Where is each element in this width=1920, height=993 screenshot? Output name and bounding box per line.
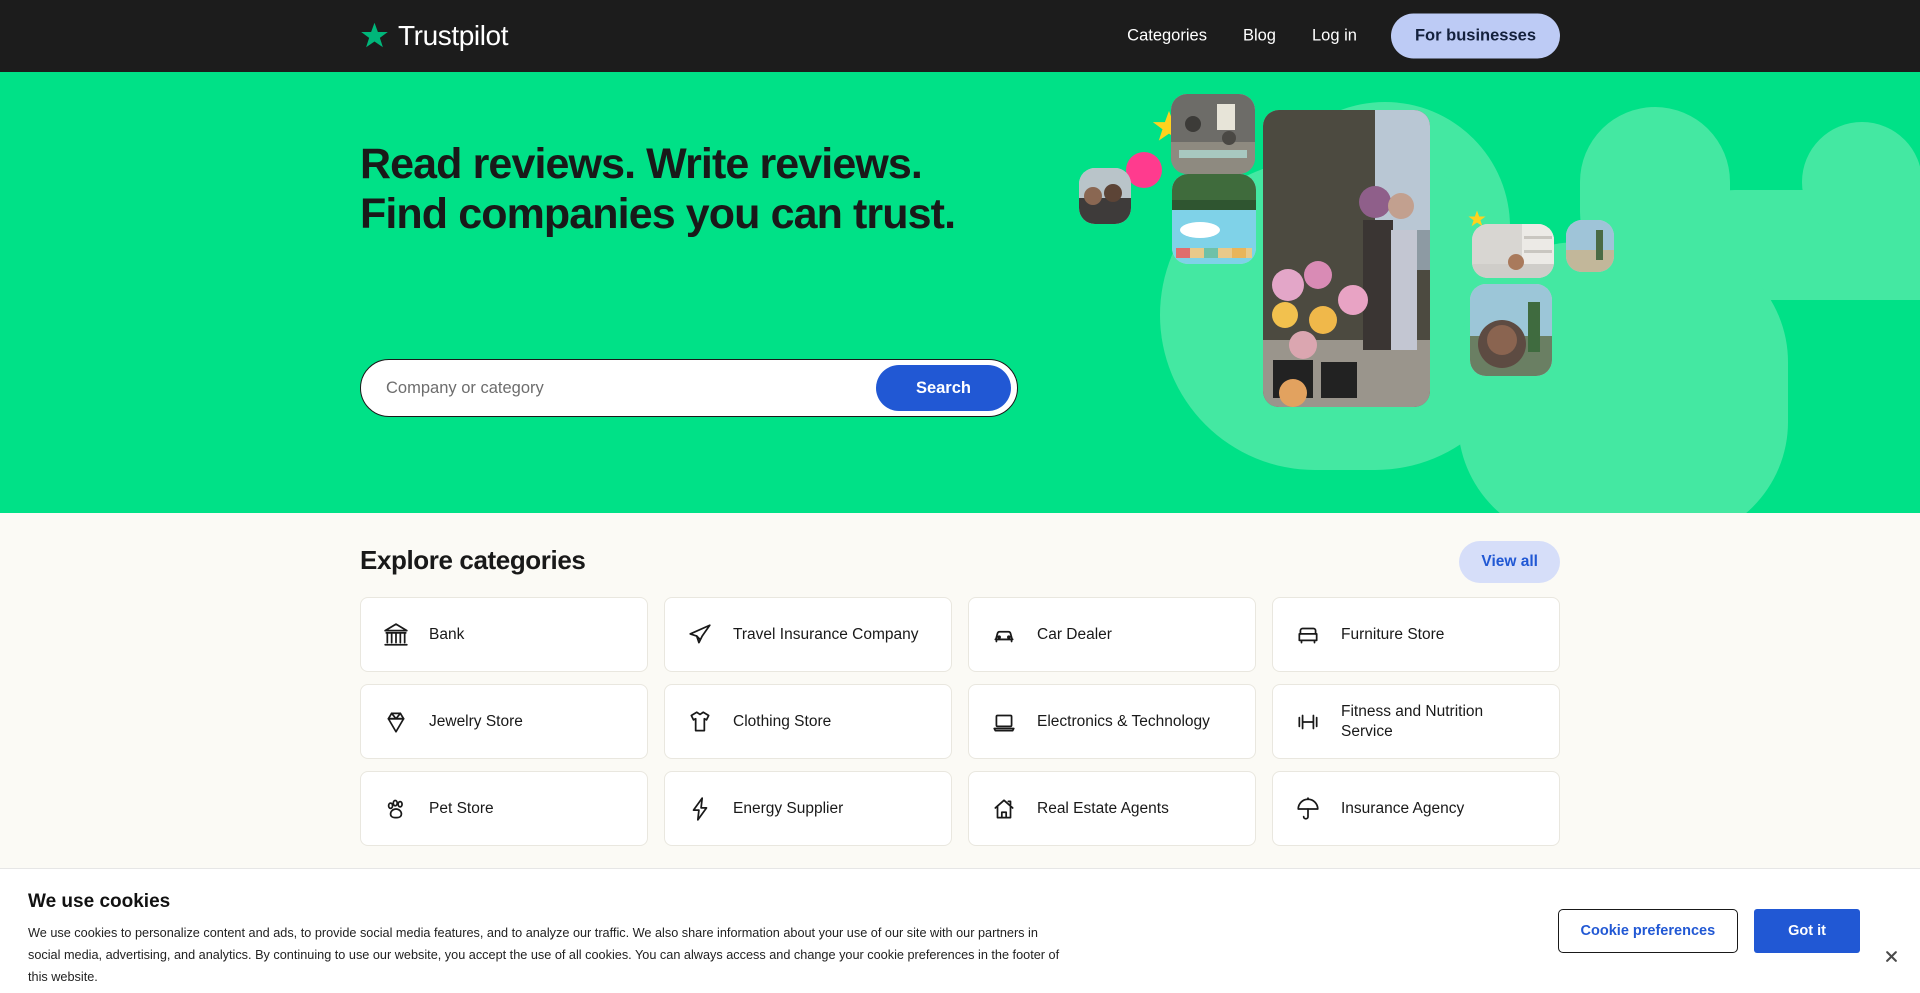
review-photo — [1472, 224, 1554, 278]
close-icon — [1885, 950, 1897, 962]
category-label: Jewelry Store — [429, 712, 523, 730]
review-photo — [1263, 110, 1430, 407]
star-icon — [361, 22, 388, 48]
armchair-icon — [1295, 622, 1321, 648]
umbrella-icon — [1295, 796, 1321, 822]
cookie-banner-text: We use cookies to personalize content an… — [28, 926, 1060, 984]
top-navigation-bar: Trustpilot Categories Blog Log in For bu… — [0, 0, 1920, 72]
category-label: Real Estate Agents — [1037, 799, 1169, 817]
nav-link-categories[interactable]: Categories — [1109, 27, 1225, 46]
review-photo — [1171, 94, 1255, 174]
brand-name: Trustpilot — [398, 20, 509, 51]
category-tile[interactable]: Furniture Store — [1272, 597, 1560, 672]
laptop-icon — [991, 709, 1017, 735]
decorative-pink-circle — [1126, 152, 1162, 188]
category-label: Fitness and Nutrition Service — [1341, 703, 1484, 740]
car-icon — [991, 622, 1017, 648]
category-label: Energy Supplier — [733, 799, 844, 817]
review-photo — [1079, 168, 1131, 224]
trustpilot-logo[interactable]: Trustpilot — [360, 20, 509, 52]
review-photo — [1172, 174, 1256, 264]
category-tile[interactable]: Pet Store — [360, 771, 648, 846]
search-bar[interactable]: Search — [360, 359, 1018, 417]
tshirt-icon — [687, 709, 713, 735]
hero-section: Read reviews. Write reviews. Find compan… — [0, 72, 1920, 513]
category-label: Travel Insurance Company — [733, 625, 919, 643]
dumbbell-icon — [1295, 709, 1321, 735]
cookie-banner: We use cookies We use cookies to persona… — [0, 868, 1920, 993]
house-icon — [991, 796, 1017, 822]
category-tile[interactable]: Insurance Agency — [1272, 771, 1560, 846]
category-label: Bank — [429, 625, 465, 643]
categories-grid: Bank Travel Insurance Company Car Dealer Fu… — [360, 597, 1560, 846]
search-button[interactable]: Search — [875, 365, 1011, 411]
cookie-close-button[interactable] — [1878, 943, 1904, 969]
category-tile[interactable]: Travel Insurance Company — [664, 597, 952, 672]
nav-link-login[interactable]: Log in — [1294, 27, 1375, 46]
category-label: Pet Store — [429, 799, 494, 817]
category-tile[interactable]: Jewelry Store — [360, 684, 648, 759]
search-input[interactable] — [361, 360, 876, 416]
nav-links-group: Categories Blog Log in For businesses — [1109, 13, 1560, 59]
decorative-blob — [1458, 242, 1788, 513]
airplane-icon — [687, 622, 713, 648]
cookie-accept-button[interactable]: Got it — [1754, 909, 1860, 953]
review-photo — [1470, 284, 1552, 376]
review-photo — [1566, 220, 1614, 272]
cookie-banner-title: We use cookies — [28, 891, 171, 912]
nav-link-blog[interactable]: Blog — [1225, 27, 1294, 46]
for-businesses-button[interactable]: For businesses — [1390, 13, 1560, 59]
category-tile[interactable]: Real Estate Agents — [968, 771, 1256, 846]
category-label: Furniture Store — [1341, 625, 1445, 643]
cookie-preferences-button[interactable]: Cookie preferences — [1557, 909, 1739, 953]
category-tile[interactable]: Fitness and Nutrition Service — [1272, 684, 1560, 759]
page-root: Trustpilot Categories Blog Log in For bu… — [0, 0, 1920, 993]
diamond-icon — [383, 709, 409, 735]
category-tile[interactable]: Bank — [360, 597, 648, 672]
category-label: Clothing Store — [733, 712, 832, 730]
cookie-banner-actions: Cookie preferences Got it — [1557, 909, 1860, 953]
section-title: Explore categories — [360, 545, 586, 575]
category-tile[interactable]: Clothing Store — [664, 684, 952, 759]
bank-icon — [383, 622, 409, 648]
lightning-icon — [687, 796, 713, 822]
category-tile[interactable]: Electronics & Technology — [968, 684, 1256, 759]
view-all-button[interactable]: View all — [1459, 541, 1560, 583]
category-tile[interactable]: Car Dealer — [968, 597, 1256, 672]
hero-collage — [1079, 72, 1920, 513]
category-label: Insurance Agency — [1341, 799, 1465, 817]
hero-title: Read reviews. Write reviews. Find compan… — [360, 140, 956, 238]
category-label: Electronics & Technology — [1037, 712, 1210, 730]
decorative-blob — [1802, 122, 1920, 242]
category-tile[interactable]: Energy Supplier — [664, 771, 952, 846]
paw-icon — [383, 796, 409, 822]
category-label: Car Dealer — [1037, 625, 1112, 643]
